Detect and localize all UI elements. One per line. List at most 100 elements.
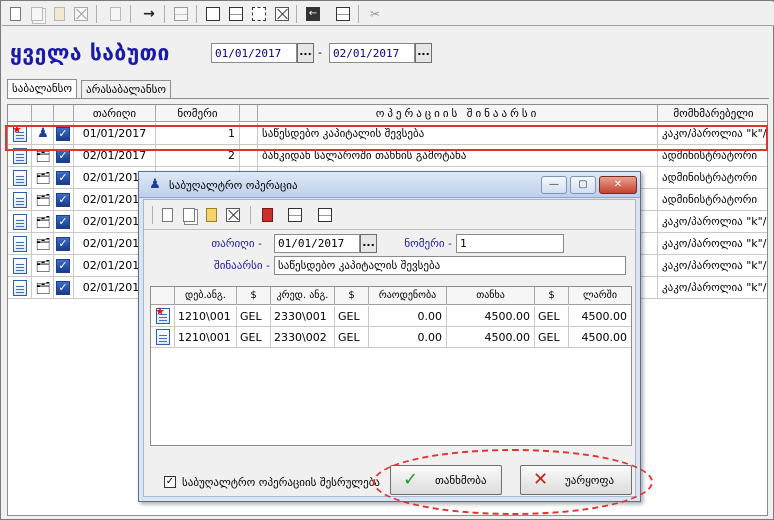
cell-currency-3: GEL [535, 306, 569, 327]
print-icon[interactable] [286, 206, 304, 224]
document-icon[interactable] [13, 236, 27, 252]
content-field[interactable]: საწესდებო კაპიტალის შევსება [274, 256, 626, 275]
close-button[interactable]: ✕ [599, 176, 637, 194]
document-icon[interactable] [13, 214, 27, 230]
tools-icon[interactable]: ✂ [366, 5, 384, 23]
table-row[interactable]: 🗂 ✓ 02/01/2017 2 ბანკიდან სალაროში თანხის გა… [8, 145, 767, 167]
open-folder-icon[interactable] [50, 5, 68, 23]
cell-user: კაკო/პაროლია "k"/ [662, 215, 767, 228]
content-label: შინაარსი - [214, 259, 270, 272]
print-preview-icon[interactable] [316, 206, 334, 224]
new-doc-icon[interactable] [6, 5, 24, 23]
column-amount[interactable]: თანხა [447, 287, 535, 305]
minimize-button[interactable]: — [541, 176, 567, 194]
cell-currency-1: GEL [237, 327, 271, 348]
date-from-field[interactable]: 01/01/2017 [211, 43, 297, 63]
paste-icon[interactable] [106, 5, 124, 23]
date-to-field[interactable]: 02/01/2017 [329, 43, 415, 63]
checked-icon[interactable]: ✓ [56, 149, 70, 163]
tab-balance[interactable]: საბალანსო [7, 79, 78, 99]
cell-number: 1 [156, 123, 240, 145]
dialog-date-field[interactable]: 01/01/2017 [274, 234, 360, 253]
book-icon[interactable] [258, 206, 276, 224]
cancel-button[interactable]: ✕ უარყოფა [520, 465, 632, 495]
column-currency-1[interactable]: $ [237, 287, 271, 305]
main-window: → ← ✂ ყველა საბუთი 01/01/2017 ... - 02/0… [0, 0, 774, 520]
document-icon[interactable] [13, 258, 27, 274]
document-icon[interactable] [13, 148, 27, 164]
column-debit[interactable]: დებ.ანგ. [175, 287, 237, 305]
column-date[interactable]: თარიღი [74, 105, 156, 122]
checked-icon[interactable]: ✓ [56, 237, 70, 251]
column-number[interactable]: ნომერი [156, 105, 240, 122]
execute-operation-checkbox[interactable]: ✓ [164, 476, 176, 488]
open-folder-icon[interactable] [202, 206, 220, 224]
entry-row[interactable]: ★ 1210\001 GEL 2330\001 GEL 0.00 4500.00 GEL 450… [151, 306, 631, 327]
cell-currency-2: GEL [335, 327, 369, 348]
column-user[interactable]: მომხმარებელი [658, 105, 769, 122]
column-lari[interactable]: ლარში [569, 287, 631, 305]
cell-date: 01/01/2017 [74, 123, 156, 145]
main-toolbar: → ← ✂ [2, 2, 774, 26]
document-icon[interactable] [13, 280, 27, 296]
cell-number: 2 [156, 145, 240, 167]
cell-user: კაკო/პაროლია "k"/ [662, 237, 767, 250]
star-icon: ★ [12, 123, 22, 136]
checked-icon[interactable]: ✓ [56, 193, 70, 207]
star-icon: ★ [155, 305, 165, 318]
maximize-button[interactable]: ▢ [570, 176, 596, 194]
document-icon[interactable] [13, 170, 27, 186]
page-title: ყველა საბუთი [10, 41, 170, 65]
checked-icon[interactable]: ✓ [56, 259, 70, 273]
dialog-titlebar[interactable]: ♟ საბუღალტრო ოპერაცია — ▢ ✕ [139, 172, 640, 198]
entry-row[interactable]: 1210\001 GEL 2330\002 GEL 0.00 4500.00 GEL 4500… [151, 327, 631, 348]
dialog-date-picker-button[interactable]: ... [360, 234, 377, 253]
save-icon[interactable] [172, 5, 190, 23]
document-icon[interactable]: ★ [12, 123, 27, 142]
checked-icon[interactable]: ✓ [56, 127, 70, 141]
confirm-button[interactable]: ✓ თანხმობა [390, 465, 502, 495]
delete-icon[interactable] [72, 5, 90, 23]
date-from-picker-button[interactable]: ... [297, 43, 314, 63]
checked-icon[interactable]: ✓ [56, 171, 70, 185]
people-icon: ♟ [37, 126, 49, 141]
dialog-body: თარიღი - 01/01/2017 ... ნომერი - 1 შინაა… [143, 199, 636, 497]
document-icon[interactable]: ★ [155, 305, 170, 324]
split-icon[interactable] [227, 5, 245, 23]
folder-edit-icon: 🗂 [35, 149, 51, 163]
number-field[interactable]: 1 [456, 234, 564, 253]
cell-user: ადმინისტრატორი [662, 171, 758, 184]
cell-credit: 2330\001 [271, 306, 335, 327]
back-arrow-icon[interactable]: ← [304, 5, 322, 23]
column-currency-2[interactable]: $ [335, 287, 369, 305]
arrow-right-icon[interactable]: → [140, 5, 158, 23]
resize-icon[interactable] [250, 5, 268, 23]
column-currency-3[interactable]: $ [535, 287, 569, 305]
entries-grid-header: დებ.ანგ. $ კრედ. ანგ. $ რაოდენობა თანხა … [151, 287, 631, 305]
close-box-icon[interactable] [273, 5, 291, 23]
table-row[interactable]: ★ ♟ ✓ 01/01/2017 1 საწესდებო კაპიტალის შევსებ… [8, 123, 767, 145]
column-content[interactable]: ოპერაციის შინაარსი [258, 105, 658, 122]
column-quantity[interactable]: რაოდენობა [369, 287, 447, 305]
copy-doc-icon[interactable] [180, 206, 198, 224]
cell-lari: 4500.00 [581, 310, 628, 323]
document-icon[interactable] [156, 329, 170, 345]
cell-content: ბანკიდან სალაროში თანხის გამოტანა [258, 145, 658, 167]
cell-currency-1: GEL [237, 306, 271, 327]
cell-currency-2: GEL [335, 306, 369, 327]
tab-off-balance[interactable]: არასაბალანსო [81, 80, 171, 98]
copy-doc-icon[interactable] [28, 5, 46, 23]
date-to-picker-button[interactable]: ... [415, 43, 432, 63]
cell-lari: 4500.00 [581, 331, 628, 344]
export-icon[interactable] [334, 5, 352, 23]
cell-user: ადმინისტრატორი [662, 149, 758, 162]
checked-icon[interactable]: ✓ [56, 215, 70, 229]
checked-icon[interactable]: ✓ [56, 281, 70, 295]
cell-amount: 4500.00 [447, 327, 535, 348]
new-doc-icon[interactable] [158, 206, 176, 224]
document-icon[interactable] [13, 192, 27, 208]
frame-icon[interactable] [204, 5, 222, 23]
column-credit[interactable]: კრედ. ანგ. [271, 287, 335, 305]
delete-icon[interactable] [224, 206, 242, 224]
cell-date: 02/01/2017 [74, 145, 156, 167]
